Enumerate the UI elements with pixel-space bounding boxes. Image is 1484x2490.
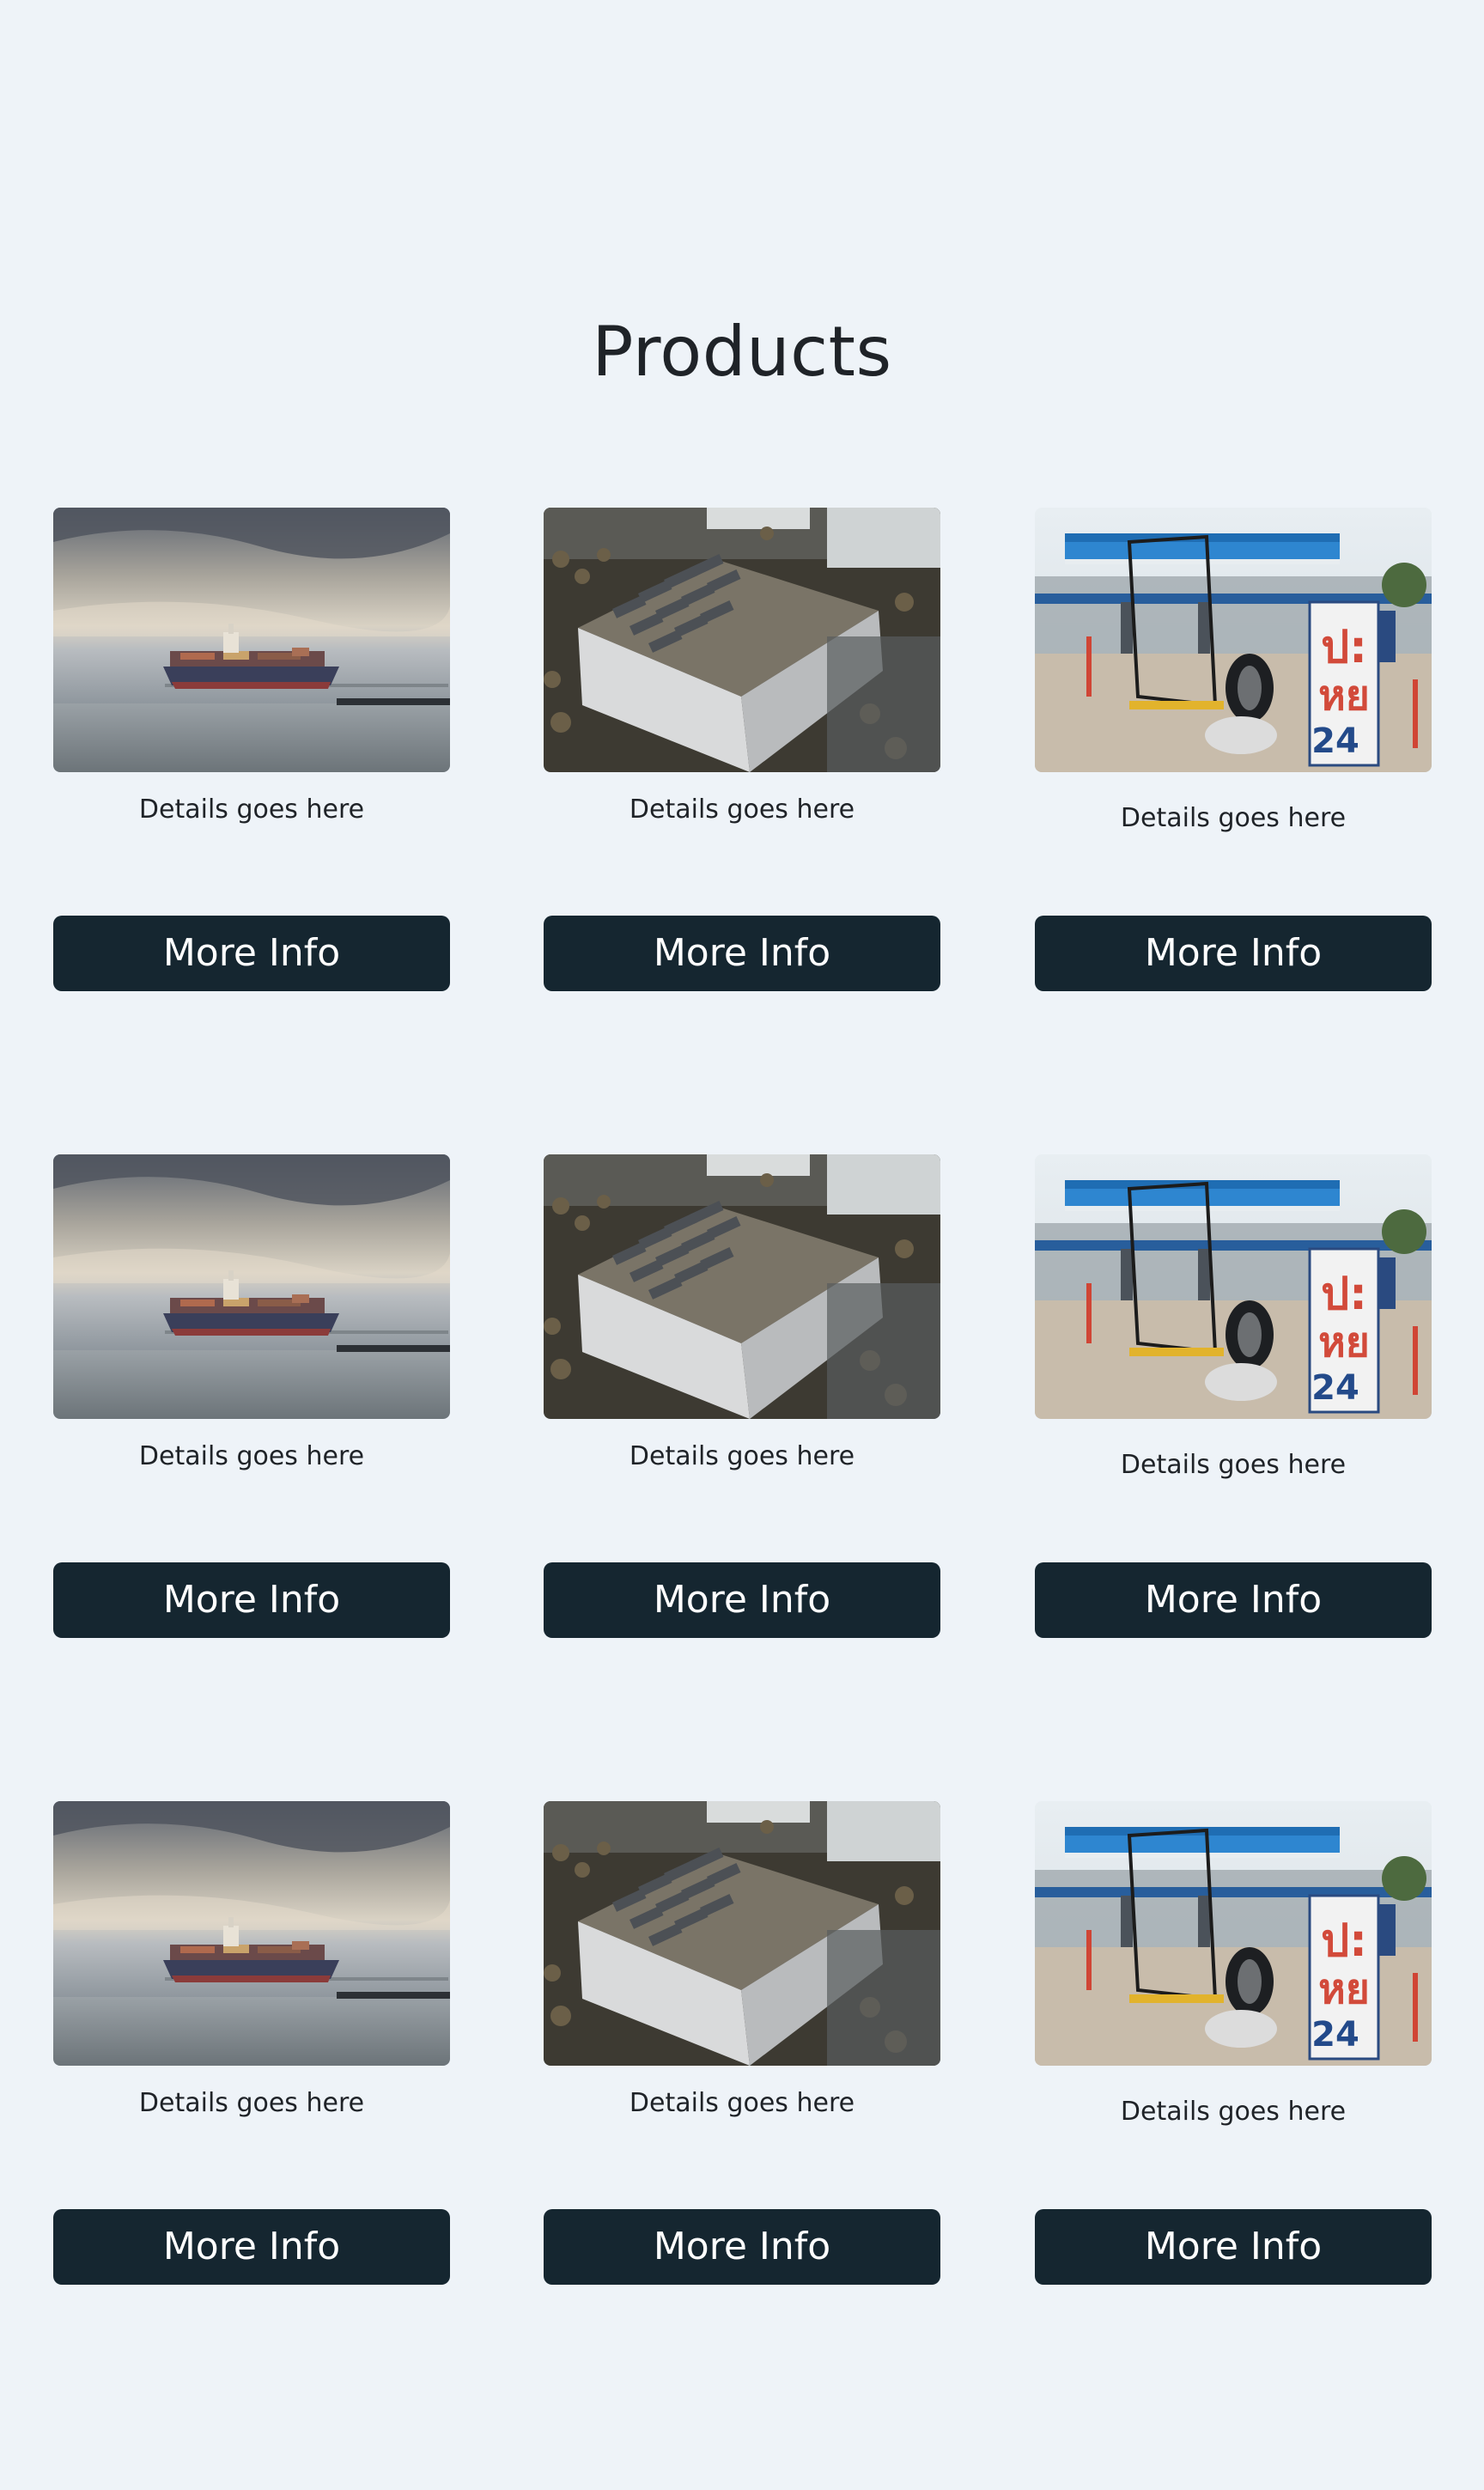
more-info-button[interactable]: More Info	[53, 1562, 450, 1638]
product-card: Details goes here More Info	[53, 1801, 450, 2285]
product-card: ป: หย 24 Details goes here More Info	[1035, 508, 1432, 991]
product-image-container-ship	[53, 1801, 450, 2066]
more-info-button[interactable]: More Info	[1035, 2209, 1432, 2285]
more-info-button[interactable]: More Info	[544, 2209, 940, 2285]
product-image-aerial-rooftop	[544, 508, 940, 772]
product-image-aerial-rooftop	[544, 1154, 940, 1419]
product-details: Details goes here	[1120, 1450, 1347, 1480]
product-image-container-ship	[53, 1154, 450, 1419]
more-info-button[interactable]: More Info	[544, 1562, 940, 1638]
svg-text:หย: หย	[1318, 672, 1370, 720]
more-info-button[interactable]: More Info	[53, 2209, 450, 2285]
product-card: ป: หย 24 Details goes here More Info	[1035, 1154, 1432, 1638]
product-details: Details goes here	[1120, 2097, 1347, 2127]
svg-text:ป:: ป:	[1321, 1269, 1367, 1320]
svg-text:24: 24	[1311, 2015, 1359, 2055]
svg-text:24: 24	[1311, 1368, 1359, 1408]
product-details: Details goes here	[1120, 803, 1347, 833]
svg-text:ป:: ป:	[1321, 1915, 1367, 1967]
product-image-gas-station: ป: หย 24	[1035, 508, 1432, 772]
more-info-button[interactable]: More Info	[544, 916, 940, 991]
product-card: Details goes here More Info	[53, 1154, 450, 1638]
svg-text:ป:: ป:	[1321, 622, 1367, 673]
product-card: Details goes here More Info	[544, 1154, 940, 1638]
product-details: Details goes here	[138, 794, 365, 825]
product-details: Details goes here	[629, 794, 855, 825]
product-details: Details goes here	[629, 1441, 855, 1471]
product-image-gas-station: ป: หย 24	[1035, 1154, 1432, 1419]
product-image-container-ship	[53, 508, 450, 772]
svg-text:24: 24	[1311, 721, 1359, 761]
product-card: ป: หย 24 Details goes here More Info	[1035, 1801, 1432, 2285]
product-details: Details goes here	[138, 1441, 365, 1471]
svg-text:หย: หย	[1318, 1318, 1370, 1367]
product-image-gas-station: ป: หย 24	[1035, 1801, 1432, 2066]
more-info-button[interactable]: More Info	[1035, 1562, 1432, 1638]
product-details: Details goes here	[138, 2088, 365, 2118]
product-image-aerial-rooftop	[544, 1801, 940, 2066]
page-title: Products	[592, 312, 892, 392]
product-card: Details goes here More Info	[544, 1801, 940, 2285]
product-card: Details goes here More Info	[53, 508, 450, 991]
product-card: Details goes here More Info	[544, 508, 940, 991]
more-info-button[interactable]: More Info	[1035, 916, 1432, 991]
more-info-button[interactable]: More Info	[53, 916, 450, 991]
product-details: Details goes here	[629, 2088, 855, 2118]
svg-text:หย: หย	[1318, 1965, 1370, 2013]
